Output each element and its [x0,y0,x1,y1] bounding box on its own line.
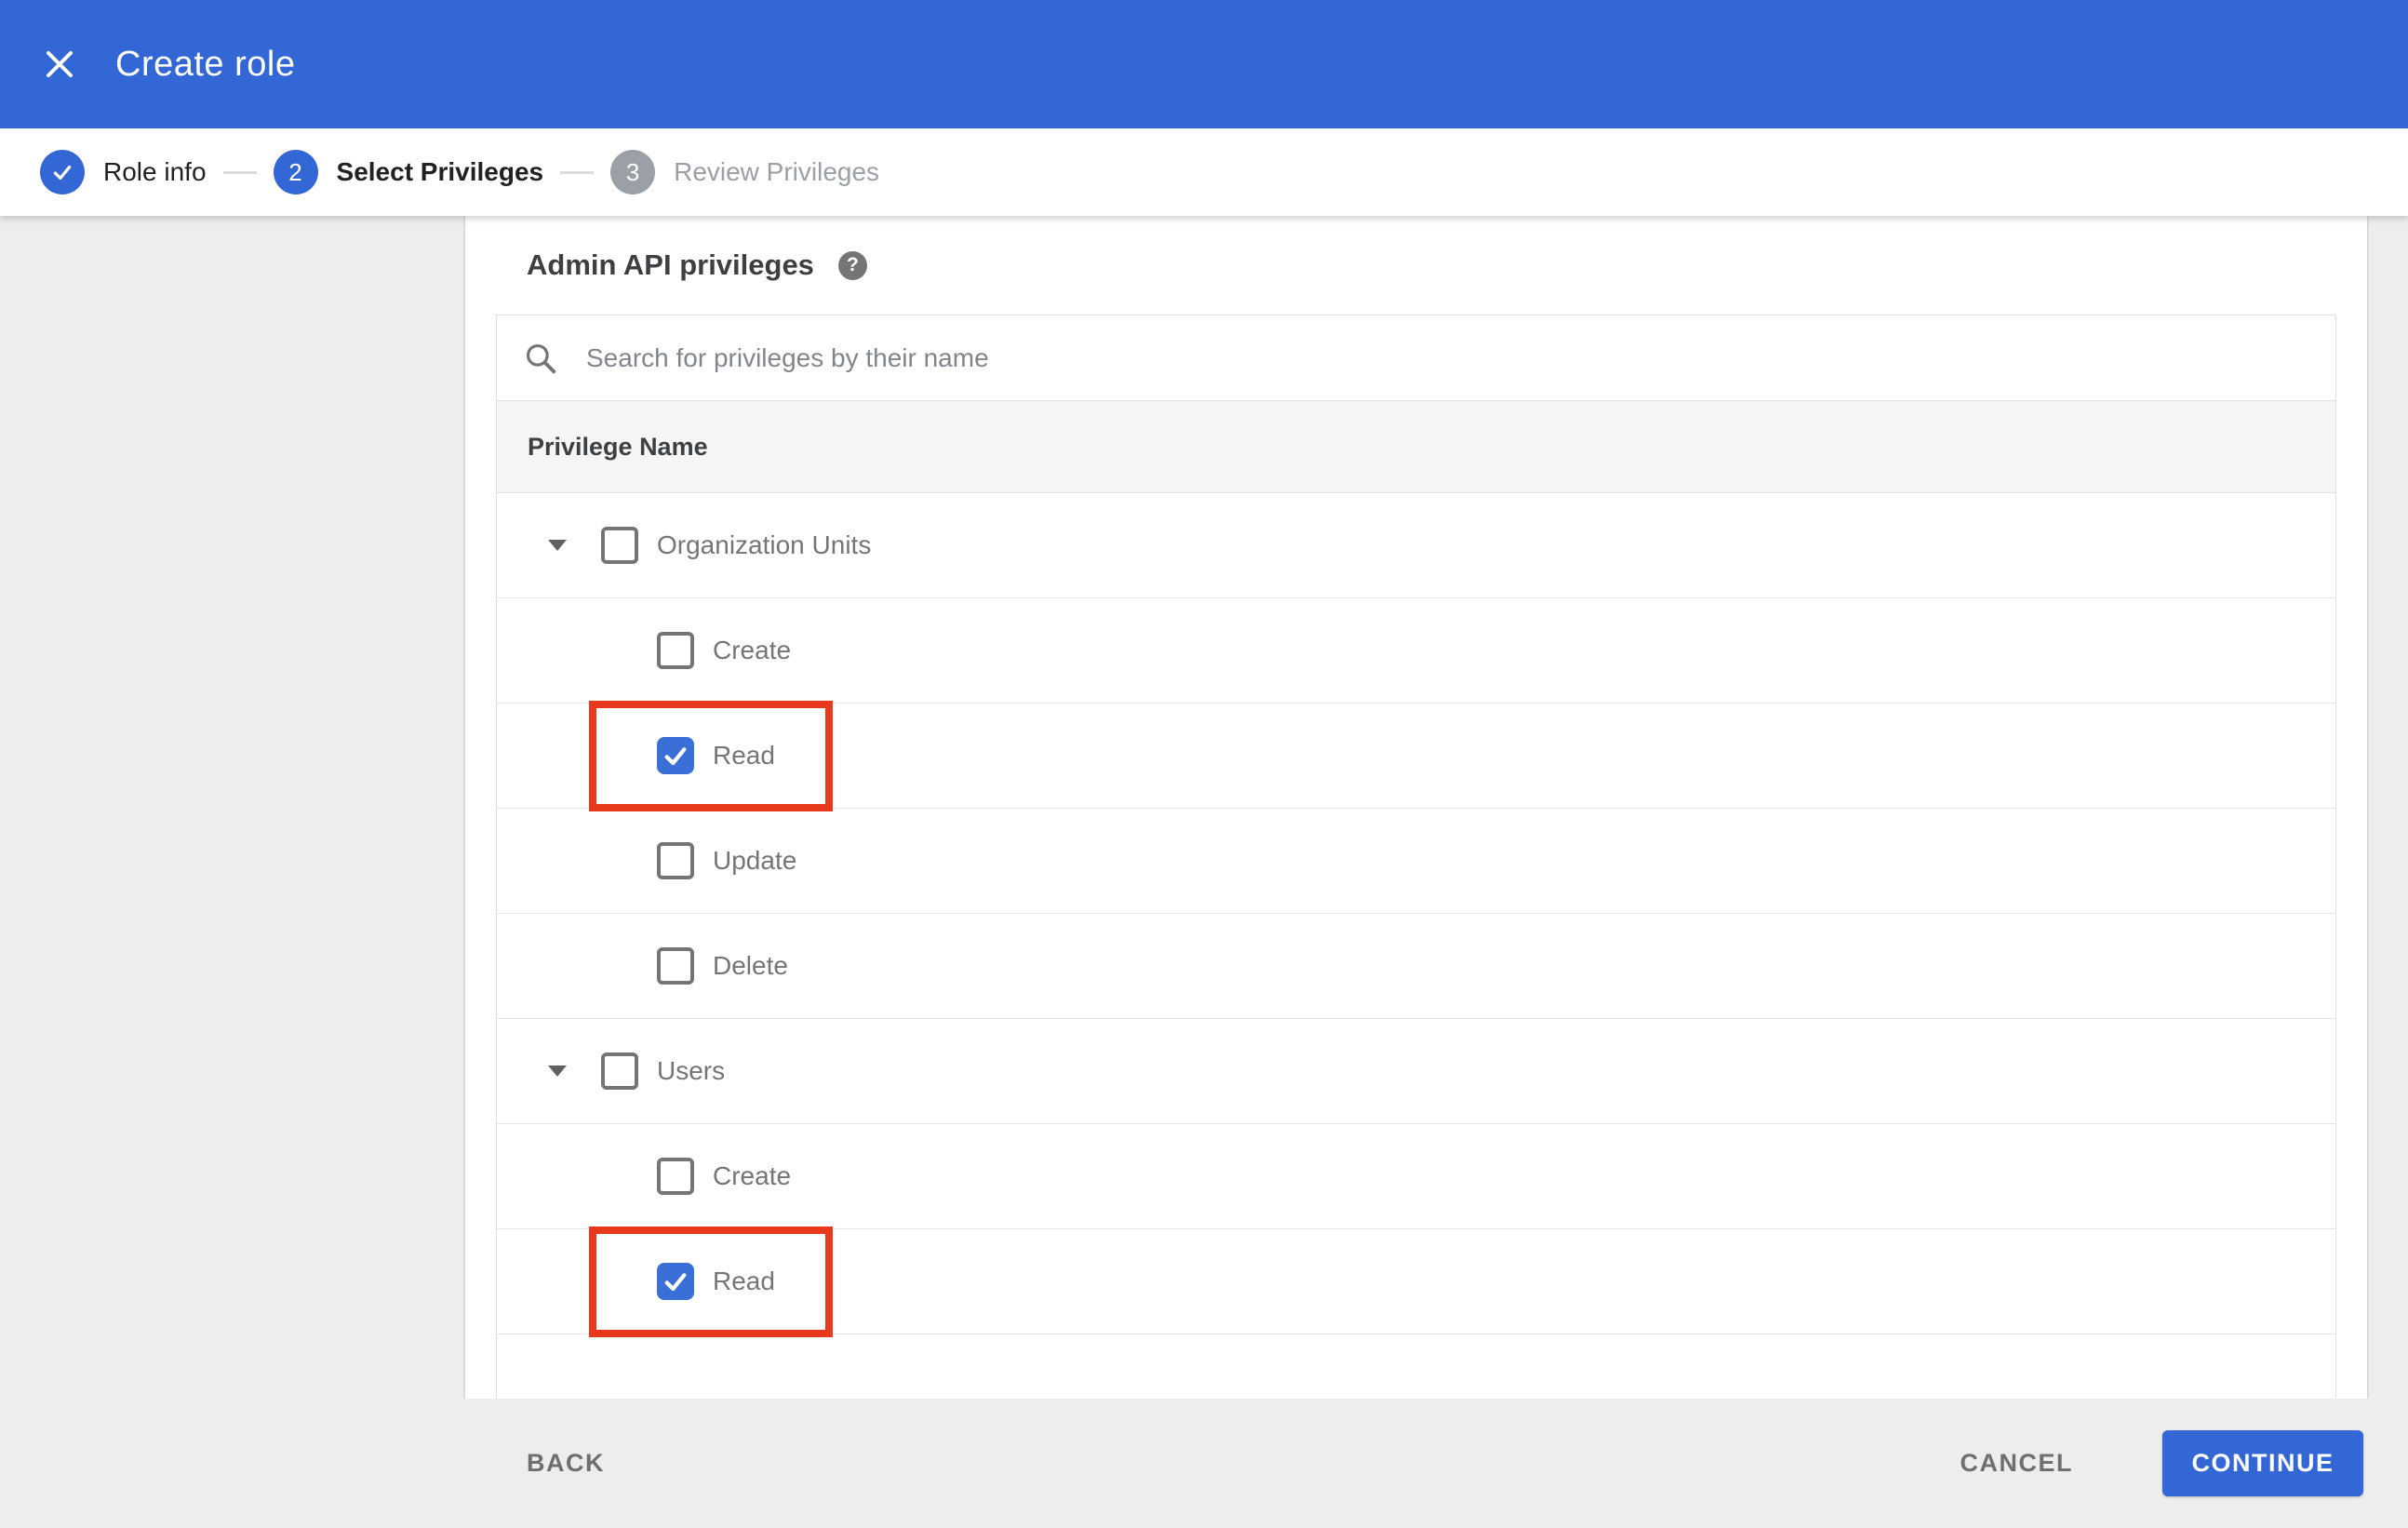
annotation-highlight [589,701,833,811]
privileges-table: Privilege Name Organization Units Create… [496,315,2336,1399]
table-header: Privilege Name [497,400,2335,493]
privilege-row: Create [497,598,2335,704]
search-input[interactable] [586,342,2335,373]
privilege-row: Read [497,1226,2335,1337]
privilege-label: Create [713,1161,792,1190]
privilege-group-row: Organization Units [497,493,2335,598]
step-label: Review Privileges [674,157,880,186]
footer-action-bar: BACK CANCEL CONTINUE [0,1399,2408,1528]
privileges-card: Admin API privileges ? Privilege Name Or… [465,216,2367,1399]
card-heading: Admin API privileges ? [465,216,2367,315]
stepper-connector [560,170,595,174]
privilege-label: Read [713,1267,775,1295]
privilege-row: Delete [497,914,2335,1019]
page-title: Create role [115,44,296,84]
continue-button[interactable]: CONTINUE [2162,1430,2363,1496]
privilege-label: Create [713,636,792,664]
help-icon[interactable]: ? [837,250,867,280]
stepper-connector [222,170,257,174]
step-label: Role info [103,157,207,186]
checkbox[interactable] [601,527,638,564]
column-header: Privilege Name [528,432,708,461]
privilege-label: Delete [713,951,788,980]
privilege-row: Update [497,809,2335,914]
stepper-step-review-privileges: 3 Review Privileges [610,150,879,194]
stepper-step-role-info[interactable]: Role info [40,150,207,194]
back-button[interactable]: BACK [527,1449,605,1478]
checkbox[interactable] [657,1158,694,1195]
annotation-highlight [589,1226,833,1337]
search-icon [526,343,556,373]
search-row [497,315,2335,400]
privilege-group-row: Users [497,1019,2335,1124]
stepper-step-select-privileges[interactable]: 2 Select Privileges [273,150,544,194]
close-icon[interactable] [32,36,87,92]
collapse-arrow-icon[interactable] [548,1066,567,1077]
privilege-row-clipped [497,1334,2335,1399]
privilege-label: Update [713,846,797,875]
step-label: Select Privileges [336,157,544,186]
checkbox[interactable] [657,947,694,985]
appbar: Create role [0,0,2408,128]
privilege-label: Organization Units [657,530,872,559]
step-number-badge: 3 [610,150,656,194]
privilege-row: Create [497,1124,2335,1229]
stepper: Role info 2 Select Privileges 3 Review P… [0,128,2408,216]
step-completed-check-icon [40,150,85,194]
section-title: Admin API privileges [527,248,814,281]
cancel-button[interactable]: CANCEL [1960,1449,2074,1478]
step-number-badge: 2 [273,150,318,194]
privilege-row: Read [497,701,2335,811]
checkbox[interactable] [657,842,694,879]
checkbox[interactable] [657,737,694,774]
collapse-arrow-icon[interactable] [548,540,567,551]
privilege-label: Read [713,741,775,770]
checkbox[interactable] [601,1052,638,1090]
privilege-label: Users [657,1056,726,1085]
checkbox[interactable] [657,1263,694,1300]
checkbox[interactable] [657,632,694,669]
